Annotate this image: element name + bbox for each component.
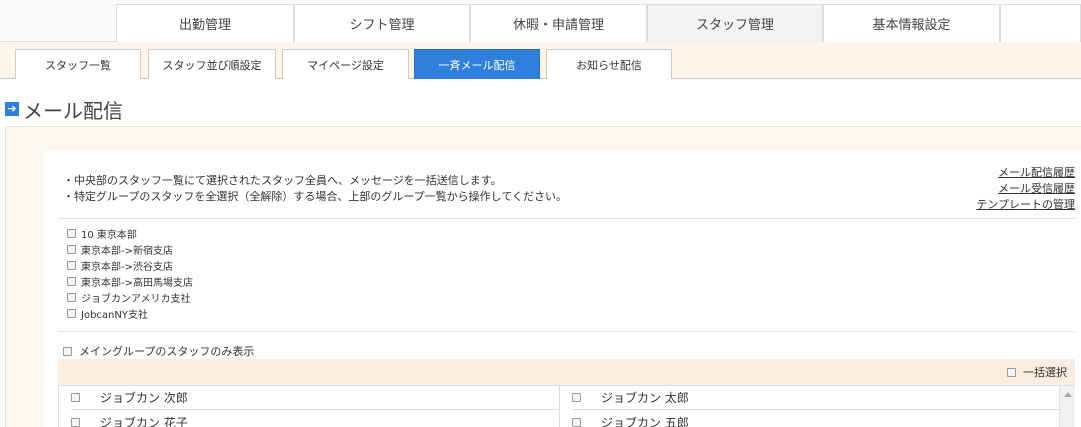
nav-leave-request[interactable]: 休暇・申請管理 xyxy=(470,4,647,42)
nav-basic-settings[interactable]: 基本情報設定 xyxy=(823,4,1000,42)
group-item[interactable]: ジョブカンアメリカ支社 xyxy=(67,290,191,305)
staff-list: ジョブカン 次郎 ジョブカン 太郎 ジョブカン 花子 ジョブカン 五郎 xyxy=(58,385,1075,427)
main-group-only-checkbox[interactable] xyxy=(63,346,72,356)
arrow-right-icon: ➔ xyxy=(5,102,19,116)
staff-checkbox[interactable] xyxy=(71,393,80,402)
tab-staff-order-label: スタッフ並び順設定 xyxy=(162,58,262,72)
staff-checkbox[interactable] xyxy=(572,393,581,402)
info-line-1: ・中央部のスタッフ一覧にて選択されたスタッフ全員へ、メッセージを一括送信します。 xyxy=(63,174,502,187)
top-navigation: 出勤管理 シフト管理 休暇・申請管理 スタッフ管理 基本情報設定 xyxy=(0,0,1081,42)
tab-bulk-mail-label: 一斉メール配信 xyxy=(438,58,516,72)
tab-staff-order[interactable]: スタッフ並び順設定 xyxy=(148,49,276,79)
group-checkbox[interactable] xyxy=(67,293,76,302)
staff-name: ジョブカン 太郎 xyxy=(601,391,689,405)
staff-name: ジョブカン 花子 xyxy=(100,416,188,427)
nav-shift[interactable]: シフト管理 xyxy=(294,4,470,42)
group-checkbox[interactable] xyxy=(67,245,76,254)
group-checkbox[interactable] xyxy=(67,309,76,318)
tab-notice[interactable]: お知らせ配信 xyxy=(546,49,672,79)
tab-bulk-mail[interactable]: 一斉メール配信 xyxy=(414,49,540,79)
tab-mypage-settings-label: マイページ設定 xyxy=(307,58,384,72)
scroll-up-icon[interactable] xyxy=(1064,392,1072,397)
group-item[interactable]: 東京本部->新宿支店 xyxy=(67,242,173,257)
nav-staff[interactable]: スタッフ管理 xyxy=(647,4,823,42)
group-label: ジョブカンアメリカ支社 xyxy=(81,294,191,305)
nav-staff-label: スタッフ管理 xyxy=(695,18,774,33)
mail-sent-history-link[interactable]: メール配信履歴 xyxy=(998,164,1075,180)
tab-staff-list[interactable]: スタッフ一覧 xyxy=(15,49,141,79)
nav-basic-settings-label: 基本情報設定 xyxy=(872,18,951,33)
group-label: JobcanNY支社 xyxy=(81,310,148,321)
staff-name: ジョブカン 次郎 xyxy=(100,391,188,405)
group-item[interactable]: 東京本部->渋谷支店 xyxy=(67,258,173,273)
group-checkbox[interactable] xyxy=(67,229,76,238)
group-label: 東京本部->渋谷支店 xyxy=(81,262,173,273)
main-group-only-label: メイングループのスタッフのみ表示 xyxy=(79,345,255,358)
nav-attendance-label: 出勤管理 xyxy=(178,18,231,33)
staff-item[interactable]: ジョブカン 五郎 xyxy=(572,411,1059,427)
staff-item[interactable]: ジョブカン 次郎 xyxy=(71,386,559,410)
main-group-only-option[interactable]: メイングループのスタッフのみ表示 xyxy=(63,343,254,359)
staff-checkbox[interactable] xyxy=(71,418,80,427)
select-all-label: 一括選択 xyxy=(1023,366,1067,379)
group-item[interactable]: JobcanNY支社 xyxy=(67,306,148,321)
template-management-link[interactable]: テンプレートの管理 xyxy=(976,196,1075,212)
staff-checkbox[interactable] xyxy=(572,418,581,427)
column-divider xyxy=(559,386,560,427)
mail-received-history-link[interactable]: メール受信履歴 xyxy=(998,180,1075,196)
scrollbar[interactable] xyxy=(1059,386,1075,427)
tab-notice-label: お知らせ配信 xyxy=(576,58,642,72)
select-all-option[interactable]: 一括選択 xyxy=(1007,364,1067,380)
group-label: 東京本部->高田馬場支店 xyxy=(81,278,193,289)
group-checkbox[interactable] xyxy=(67,277,76,286)
divider xyxy=(58,331,1075,332)
select-all-checkbox[interactable] xyxy=(1007,367,1016,377)
divider xyxy=(58,218,1075,219)
group-checkbox[interactable] xyxy=(67,261,76,270)
group-item[interactable]: 10 東京本部 xyxy=(67,226,137,241)
nav-more[interactable] xyxy=(1000,4,1081,42)
nav-leave-request-label: 休暇・申請管理 xyxy=(512,18,604,33)
staff-item[interactable]: ジョブカン 花子 xyxy=(71,411,559,427)
tab-mypage-settings[interactable]: マイページ設定 xyxy=(282,49,409,79)
select-all-bar: 一括選択 xyxy=(58,359,1075,385)
nav-attendance[interactable]: 出勤管理 xyxy=(116,4,294,42)
group-item[interactable]: 東京本部->高田馬場支店 xyxy=(67,274,193,289)
staff-item[interactable]: ジョブカン 太郎 xyxy=(572,386,1059,410)
info-line-2: ・特定グループのスタッフを全選択（全解除）する場合、上部のグループ一覧から操作し… xyxy=(63,190,568,203)
nav-shift-label: シフト管理 xyxy=(349,18,415,33)
group-label: 10 東京本部 xyxy=(81,230,137,241)
page-title: メール配信 xyxy=(23,99,123,123)
tab-staff-list-label: スタッフ一覧 xyxy=(45,58,111,72)
group-label: 東京本部->新宿支店 xyxy=(81,246,173,257)
sub-navigation: スタッフ一覧 スタッフ並び順設定 マイページ設定 一斉メール配信 お知らせ配信 xyxy=(0,42,1081,79)
staff-name: ジョブカン 五郎 xyxy=(601,416,689,427)
